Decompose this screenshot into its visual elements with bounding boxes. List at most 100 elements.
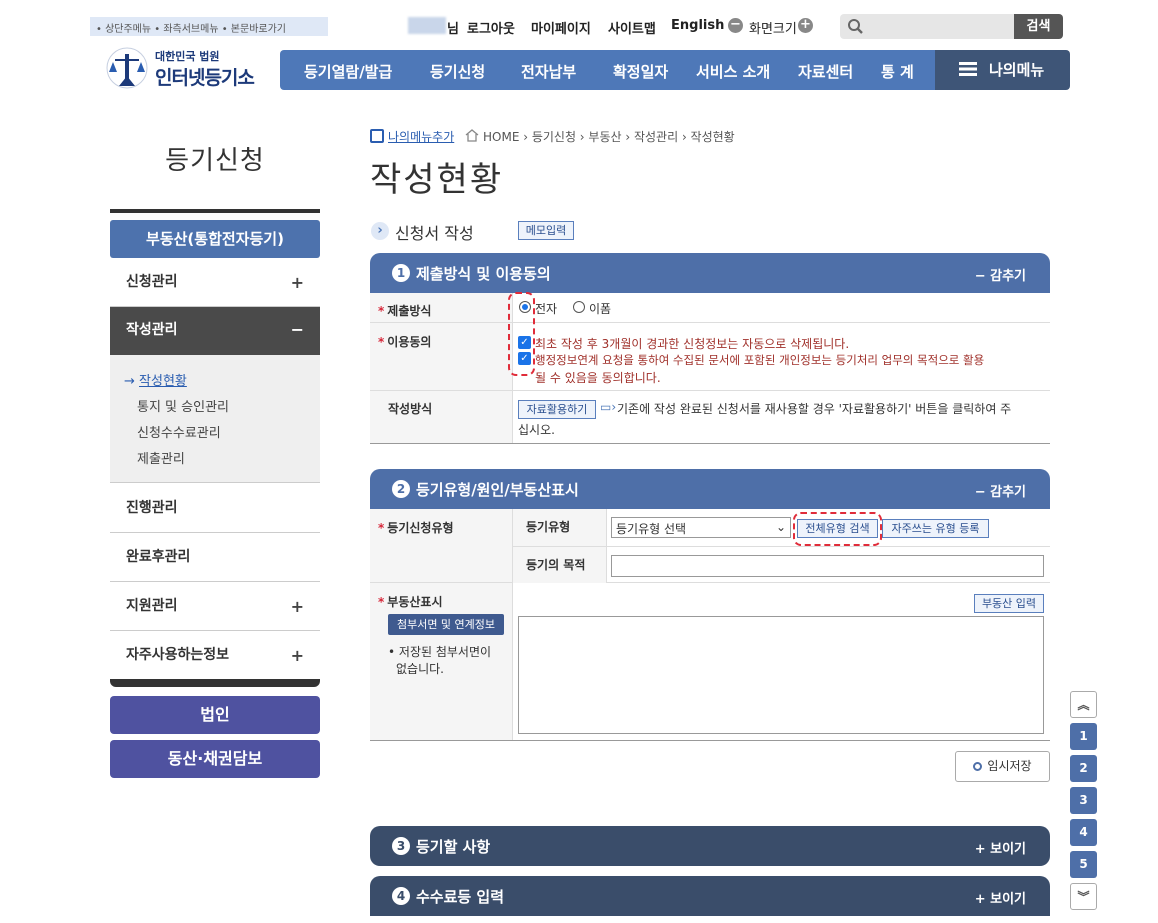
consent1-text: 최초 작성 후 3개월이 경과한 신청정보는 자동으로 삭제됩니다. (535, 337, 850, 351)
quick-nav-4[interactable]: 4 (1070, 819, 1097, 846)
arrow-right-icon: → (124, 374, 140, 389)
corporation-button[interactable]: 법인 (110, 696, 320, 734)
panel1-number: 1 (392, 264, 410, 282)
lnb-item-support[interactable]: 지원관리 + (110, 582, 320, 631)
username-masked (408, 17, 446, 34)
quick-nav-5[interactable]: 5 (1070, 851, 1097, 878)
circle-icon (973, 762, 983, 771)
memo-button[interactable]: 메모입력 (518, 221, 574, 240)
no-attach-text-cont: 없습니다. (396, 662, 444, 676)
panel4-toggle[interactable]: + 보이기 (975, 888, 1026, 907)
consent2-text: 행정정보연계 요청을 통하여 수집된 문서에 포함된 개인정보는 등기처리 업무… (535, 353, 985, 367)
radio-paper-label: 이폼 (589, 302, 612, 316)
lnb-item-progress[interactable]: 진행관리 (110, 484, 320, 533)
search-button[interactable]: 검색 (1014, 14, 1063, 39)
fav-add-link[interactable]: 나의메뉴추가 (388, 128, 454, 145)
sub-item-notice-approval[interactable]: 통지 및 승인관리 (137, 396, 229, 415)
lnb-item-label: 진행관리 (126, 500, 178, 516)
radio-paper[interactable] (573, 301, 585, 313)
lnb-item-apply-manage[interactable]: 신청관리 + (110, 258, 320, 307)
section-title: 신청서 작성 (395, 224, 474, 243)
my-menu-button[interactable]: 나의메뉴 (935, 50, 1070, 90)
row-submit-method: * 제출방식 전자 이폼 (370, 293, 1050, 323)
plus-icon: + (290, 597, 304, 616)
property-input-button[interactable]: 부동산 입력 (974, 594, 1044, 613)
lnb-item-after-complete[interactable]: 완료후관리 (110, 533, 320, 582)
english-link[interactable]: English (671, 18, 724, 33)
search-input[interactable] (840, 14, 1015, 39)
panel3-title: 등기할 사항 (416, 838, 491, 856)
table-header-cell (370, 391, 513, 443)
panel1-toggle[interactable]: − 감추기 (975, 265, 1026, 284)
scroll-down-icon[interactable]: ︾ (1070, 883, 1097, 910)
lnb-head-button[interactable]: 부동산(통합전자등기) (110, 220, 320, 258)
row-property: * 부동산표시 첨부서면 및 연계정보 • 저장된 첨부서면이 없습니다. 부동산… (370, 583, 1050, 740)
sub-item-submit-manage[interactable]: 제출관리 (137, 448, 185, 467)
logo-line2[interactable]: 인터넷등기소 (155, 63, 255, 90)
register-type-select[interactable]: 등기유형 선택 ⌄ (611, 517, 791, 538)
chevron-right-icon: › (371, 222, 389, 240)
sub-item-status[interactable]: → 작성현황 (124, 370, 187, 389)
reuse-data-button[interactable]: 자료활용하기 (518, 400, 596, 419)
mypage-link[interactable]: 마이페이지 (531, 18, 591, 37)
panel2-header: 2 등기유형/원인/부동산표시 − 감추기 (370, 469, 1050, 509)
property-textarea[interactable] (518, 616, 1044, 734)
submit-method-label: * 제출방식 (378, 304, 432, 318)
chevron-down-icon: ⌄ (775, 520, 786, 534)
panel2-table: * 등기신청유형 등기유형 등기유형 선택 ⌄ 전체유형 검색 자주쓰는 유형 등록… (370, 509, 1050, 741)
zoom-in-icon[interactable]: + (798, 18, 813, 33)
sub-item-fee-manage[interactable]: 신청수수료관리 (137, 422, 221, 441)
movable-collateral-button[interactable]: 동산·채권담보 (110, 740, 320, 778)
attach-doc-button[interactable]: 첨부서면 및 연계정보 (388, 614, 504, 635)
fav-check-icon (370, 129, 384, 143)
nav-application[interactable]: 등기신청 (430, 61, 485, 82)
arrow-right-icon: ▭› (600, 400, 617, 414)
skip-links[interactable]: • 상단주메뉴 • 좌측서브메뉴 • 본문바로가기 (90, 17, 328, 36)
plus-icon: + (290, 273, 304, 292)
lnb-item-label: 신청관리 (126, 274, 178, 290)
panel1-header: 1 제출방식 및 이용동의 − 감추기 (370, 253, 1050, 293)
consent2-text-cont: 될 수 있음을 동의합니다. (535, 371, 661, 385)
temp-save-button[interactable]: 임시저장 (955, 751, 1050, 782)
write-method-desc: 기존에 작성 완료된 신청서를 재사용할 경우 '자료활용하기' 버튼을 클릭하… (617, 402, 1012, 416)
register-fav-type-button[interactable]: 자주쓰는 유형 등록 (882, 519, 989, 538)
consent-label: * 이용동의 (378, 335, 432, 349)
write-method-label: 작성방식 (388, 402, 433, 416)
nav-service-intro[interactable]: 서비스 소개 (696, 61, 770, 82)
logout-link[interactable]: 로그아웃 (467, 18, 515, 37)
lnb-item-write-manage[interactable]: 작성관리 − (110, 307, 320, 355)
nav-statistics[interactable]: 통 계 (881, 61, 914, 82)
panel3-toggle[interactable]: + 보이기 (975, 838, 1026, 857)
search-icon (848, 19, 863, 34)
row-consent: * 이용동의 ✓ 최초 작성 후 3개월이 경과한 신청정보는 자동으로 삭제됩니… (370, 323, 1050, 391)
user-suffix: 님 (447, 22, 459, 37)
plus-icon: + (974, 842, 991, 857)
register-subtype-label: 등기유형 (526, 520, 571, 534)
no-attach-text: • 저장된 첨부서면이 (388, 645, 492, 659)
temp-save-label: 임시저장 (987, 759, 1032, 773)
quick-nav-3[interactable]: 3 (1070, 787, 1097, 814)
lnb-item-frequent-info[interactable]: 자주사용하는정보 + (110, 631, 320, 680)
zoom-out-icon[interactable]: − (728, 18, 743, 33)
panel2-toggle[interactable]: − 감추기 (975, 481, 1026, 500)
sitemap-link[interactable]: 사이트맵 (608, 18, 656, 37)
panel4-number: 4 (392, 887, 410, 905)
panel1-table: * 제출방식 전자 이폼 * 이용동의 ✓ 최초 작성 후 3개월이 경과한 신청정… (370, 293, 1050, 444)
divider (513, 546, 1050, 547)
scroll-up-icon[interactable]: ︽ (1070, 691, 1097, 718)
quick-nav-2[interactable]: 2 (1070, 755, 1097, 782)
panel4-header[interactable]: 4 수수료등 입력 + 보이기 (370, 876, 1050, 916)
plus-icon: + (290, 646, 304, 665)
nav-data-center[interactable]: 자료센터 (798, 61, 853, 82)
nav-e-payment[interactable]: 전자납부 (521, 61, 576, 82)
hamburger-icon (959, 62, 977, 76)
purpose-input[interactable] (611, 555, 1044, 577)
nav-fixed-date[interactable]: 확정일자 (613, 61, 668, 82)
property-label: * 부동산표시 (378, 595, 443, 609)
quick-nav-1[interactable]: 1 (1070, 723, 1097, 750)
breadcrumb-path: HOME › 등기신청 › 부동산 › 작성관리 › 작성현황 (483, 130, 735, 144)
highlight-mark (793, 512, 882, 546)
panel1-title: 제출방식 및 이용동의 (416, 265, 551, 283)
panel3-header[interactable]: 3 등기할 사항 + 보이기 (370, 826, 1050, 866)
nav-view-issue[interactable]: 등기열람/발급 (304, 61, 392, 82)
